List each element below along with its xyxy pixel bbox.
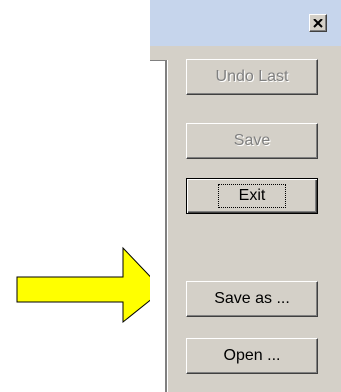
save-as-button[interactable]: Save as ...	[186, 281, 318, 317]
exit-label: Exit	[217, 184, 287, 208]
close-icon	[313, 18, 323, 28]
dialog-window: Undo Last Save Exit Save as ... Open ...	[150, 0, 341, 392]
content-pane	[150, 60, 165, 392]
close-button[interactable]	[309, 14, 327, 32]
save-as-label: Save as ...	[214, 290, 290, 307]
exit-button[interactable]: Exit	[186, 178, 318, 214]
pane-border	[165, 60, 168, 392]
screenshot-stage: Undo Last Save Exit Save as ... Open ...	[0, 0, 341, 392]
open-label: Open ...	[223, 347, 281, 364]
title-bar	[150, 0, 341, 46]
undo-last-label: Undo Last	[215, 68, 289, 85]
save-button[interactable]: Save	[186, 123, 318, 159]
save-label: Save	[233, 132, 271, 149]
undo-last-button[interactable]: Undo Last	[186, 59, 318, 95]
open-button[interactable]: Open ...	[186, 338, 318, 374]
